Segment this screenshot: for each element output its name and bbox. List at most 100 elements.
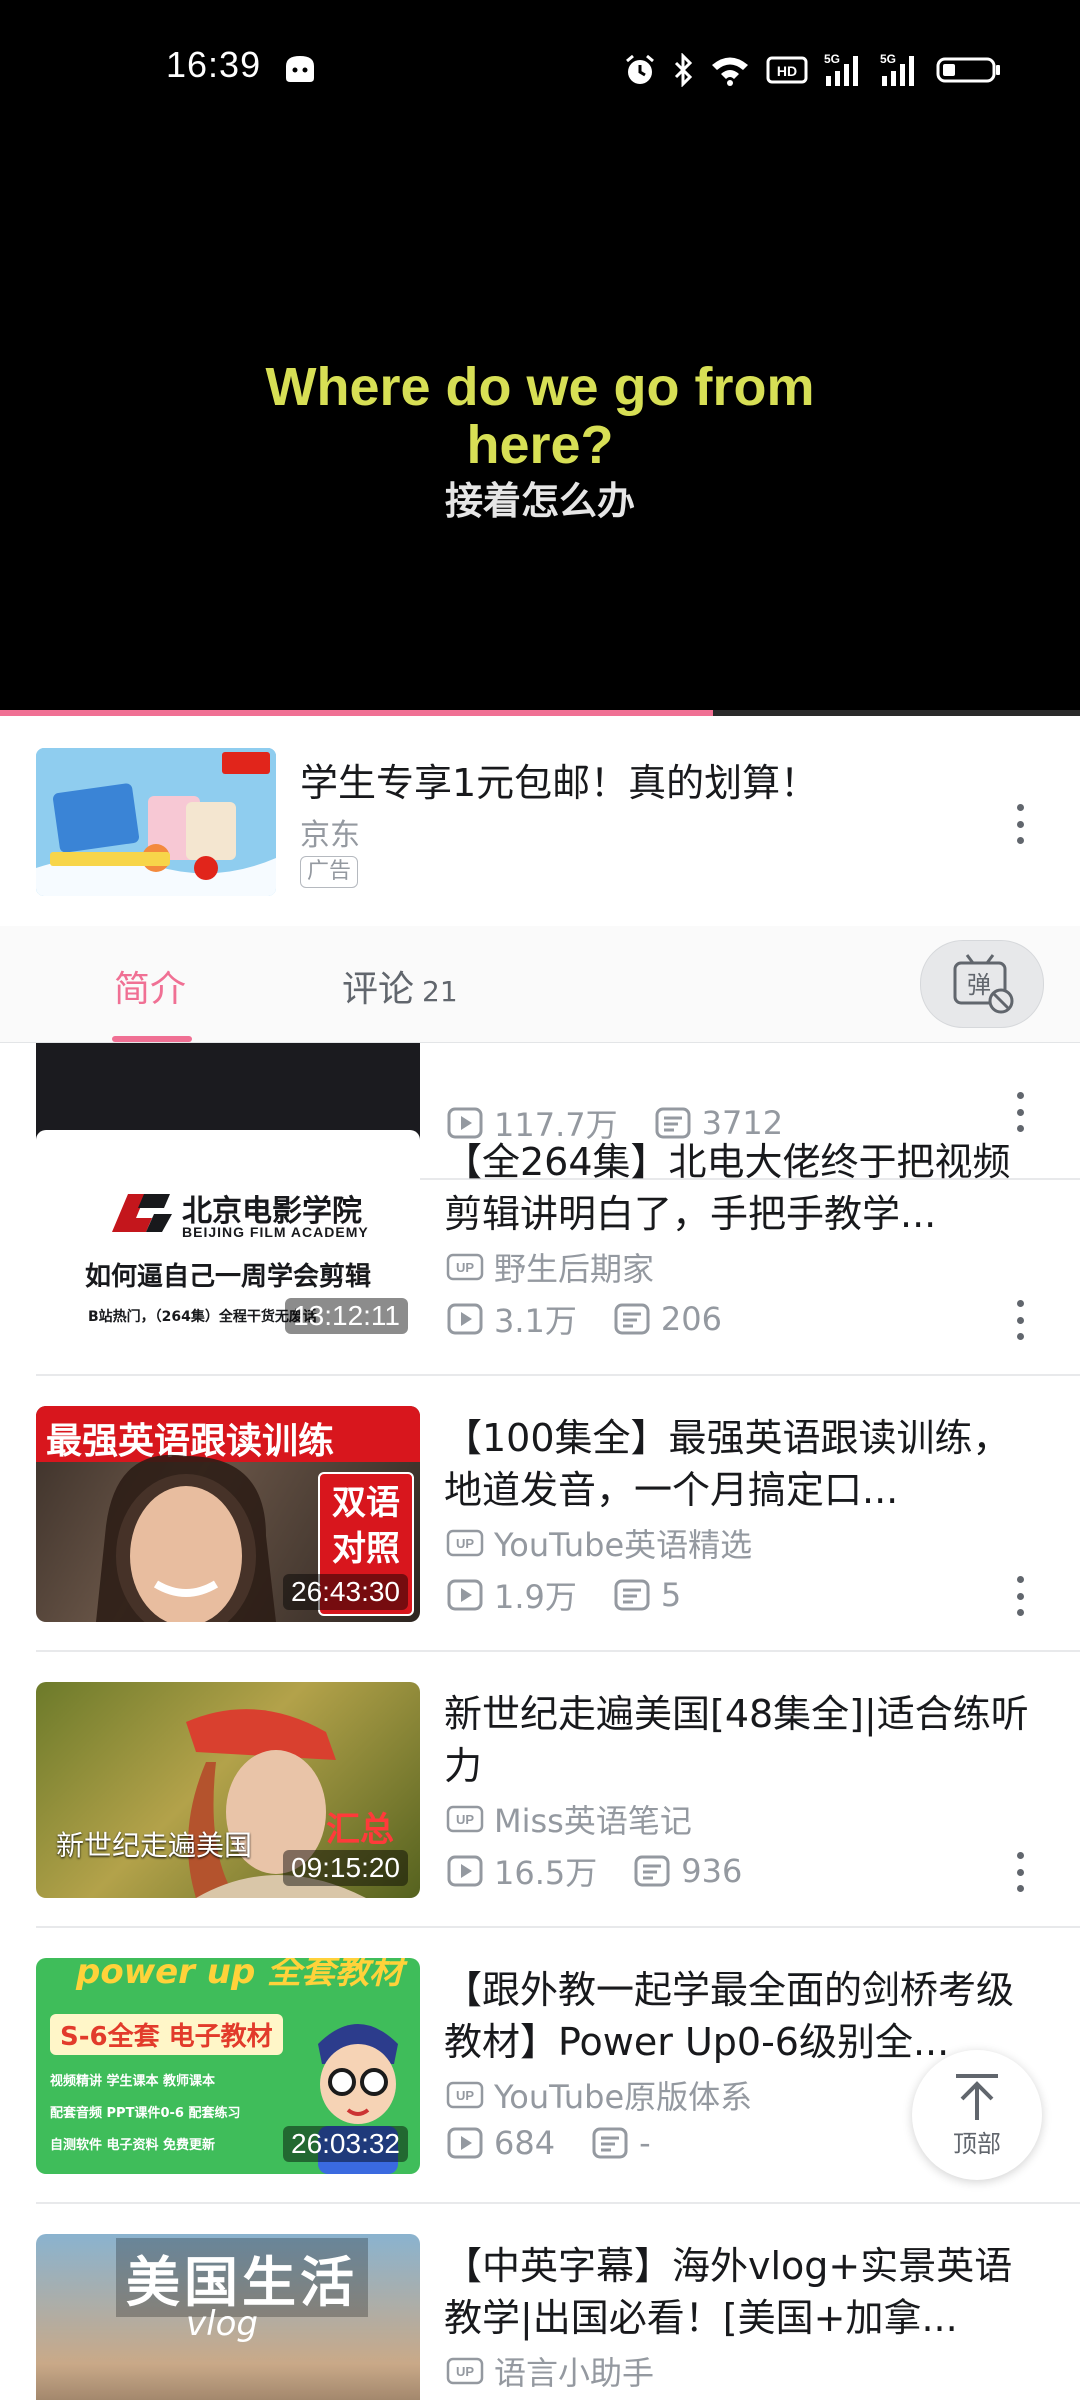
ad-brand: 京东 [300, 818, 360, 853]
video-title[interactable]: 【全264集】北电大佬终于把视频剪辑讲明白了，手把手教学... [444, 1136, 1034, 1240]
bfa-logo-icon [112, 1194, 172, 1232]
svg-text:UP: UP [456, 1536, 474, 1551]
uploader-row[interactable]: UP 野生后期家 [446, 1244, 654, 1290]
ad-thumbnail-art [36, 748, 276, 896]
arrow-up-icon [956, 2073, 998, 2120]
thumb-list-line: 自测软件 电子资料 免费更新 [50, 2138, 216, 2153]
thumb-list: 视频精讲 学生课本 教师课本 配套音频 PPT课件0-6 配套练习 自测软件 电… [50, 2066, 240, 2162]
up-badge-icon: UP [446, 1529, 484, 1557]
wifi-icon [712, 57, 748, 86]
video-title[interactable]: 【跟外教一起学最全面的剑桥考级教材】Power Up0-6级别全... [444, 1964, 1034, 2068]
bluetooth-icon [674, 53, 693, 87]
video-thumbnail[interactable]: 北京电影学院 BEIJING FILM ACADEMY 如何逼自己一周学会剪辑 … [36, 1130, 420, 1346]
video-stats: 684 - [446, 2124, 687, 2162]
list-item[interactable]: power up 全套教材 S-6全套 电子教材 视频精讲 学生课本 教师课本 … [0, 1928, 1080, 2204]
signal-5g-icon: 5G [824, 52, 858, 86]
video-title[interactable]: 【100集全】最强英语跟读训练，地道发音，一个月搞定口... [444, 1412, 1034, 1516]
svg-text:HD: HD [777, 63, 797, 79]
up-badge-icon: UP [446, 1253, 484, 1281]
video-title[interactable]: 【中英字幕】海外vlog+实景英语教学|出国必看！[美国+加拿... [444, 2240, 1034, 2344]
uploader-name: 野生后期家 [494, 1250, 655, 1288]
svg-text:UP: UP [456, 2088, 474, 2103]
thumb-sub: vlog [186, 2304, 258, 2344]
list-item[interactable]: 北京电影学院 BEIJING FILM ACADEMY 如何逼自己一周学会剪辑 … [0, 1100, 1080, 1376]
item-more-icon[interactable] [1015, 1852, 1025, 1892]
subtitle-chinese: 接着怎么办 [444, 479, 635, 523]
uploader-row[interactable]: UP YouTube原版体系 [446, 2072, 752, 2118]
tab-comments[interactable]: 评论 21 [342, 960, 458, 1012]
thumb-badge-line1: 双语 [332, 1483, 400, 1523]
list-item[interactable]: 美国生活 vlog 【中英字幕】海外vlog+实景英语教学|出国必看！[美国+加… [0, 2204, 1080, 2400]
up-badge-icon: UP [446, 2081, 484, 2109]
tab-intro[interactable]: 简介 [114, 960, 186, 1012]
svg-text:5G: 5G [824, 52, 840, 66]
tab-active-indicator [112, 1036, 192, 1042]
thumb-footnote: B站热门，（264集）全程干货无废话 [88, 1309, 317, 1325]
video-player[interactable]: Where do we go from here? 接着怎么办 [0, 140, 1080, 714]
video-thumbnail[interactable]: 美国生活 vlog [36, 2234, 420, 2400]
list-item[interactable]: 新世纪走遍美国 汇总 09:15:20 新世纪走遍美国[48集全]|适合练听力 … [0, 1652, 1080, 1928]
video-stats: 3.1万 206 [446, 1296, 758, 1342]
play-count-icon [447, 1579, 483, 1611]
ad-label-badge: 广告 [300, 856, 359, 888]
video-duration: 26:43:30 [283, 1574, 408, 1610]
uploader-row[interactable]: UP YouTube英语精选 [446, 1520, 752, 1566]
item-more-icon[interactable] [1015, 1300, 1025, 1340]
svg-text:UP: UP [456, 1260, 474, 1275]
uploader-name: 语言小助手 [494, 2354, 655, 2392]
alarm-icon [626, 54, 654, 84]
uploader-row[interactable]: UP Miss英语笔记 [446, 1796, 692, 1842]
video-duration: 13:12:11 [285, 1298, 408, 1334]
uploader-name: YouTube英语精选 [494, 1526, 753, 1564]
video-thumbnail[interactable]: 最强英语跟读训练 双语 对照 26:43:30 [36, 1406, 420, 1622]
battery-icon [936, 57, 1000, 83]
app-notification-icon [286, 56, 314, 82]
tab-comments-label: 评论 [342, 969, 415, 1010]
scroll-to-top-label: 顶部 [953, 2129, 1001, 2158]
thumb-list-line: 配套音频 PPT课件0-6 配套练习 [50, 2106, 241, 2121]
thumb-badge: 汇总 [326, 1810, 394, 1850]
view-count: 3.1万 [494, 1302, 577, 1340]
status-icons: HD 5G 5G [624, 50, 1002, 90]
video-duration: 26:03:32 [283, 2126, 408, 2162]
ad-thumbnail[interactable] [36, 748, 276, 896]
uploader-name: YouTube原版体系 [494, 2078, 753, 2116]
video-stats: 16.5万 936 [446, 1848, 778, 1894]
play-count-icon [447, 1855, 483, 1887]
video-title[interactable]: 新世纪走遍美国[48集全]|适合练听力 [444, 1688, 1034, 1792]
thumb-school-english: BEIJING FILM ACADEMY [182, 1224, 369, 1240]
svg-text:5G: 5G [880, 52, 896, 66]
ad-more-icon[interactable] [1015, 804, 1025, 844]
list-item[interactable]: 最强英语跟读训练 双语 对照 26:43:30 【100集全】最强英语跟读训练，… [0, 1376, 1080, 1652]
ad-title: 学生专享1元包邮！真的划算！ [300, 761, 819, 805]
video-duration: 09:15:20 [283, 1850, 408, 1886]
uploader-row[interactable]: UP 语言小助手 [446, 2348, 654, 2394]
danmaku-count-icon [614, 1579, 650, 1611]
view-count: 684 [494, 2124, 556, 2162]
up-badge-icon: UP [446, 2357, 484, 2385]
status-time: 16:39 [166, 44, 262, 85]
video-thumbnail[interactable]: 新世纪走遍美国 汇总 09:15:20 [36, 1682, 420, 1898]
ad-banner[interactable]: 学生专享1元包邮！真的划算！ 京东 广告 [0, 716, 1080, 928]
up-badge-icon: UP [446, 1805, 484, 1833]
signal-5g-icon: 5G [880, 52, 914, 86]
scroll-to-top-button[interactable]: 顶部 [912, 2050, 1042, 2180]
item-more-icon[interactable] [1015, 1576, 1025, 1616]
svg-text:UP: UP [456, 1812, 474, 1827]
video-stats: 1.9万 5 [446, 1572, 717, 1618]
danmaku-toggle-button[interactable]: 弹 [920, 940, 1044, 1028]
hd-voice-icon: HD [766, 56, 808, 84]
danmaku-count: 5 [660, 1576, 682, 1614]
tab-bar: 简介 评论 21 弹 [0, 926, 1080, 1043]
thumb-badge-line2: 对照 [332, 1529, 400, 1569]
related-video-list: 117.7万 3712 北京电影学院 BEIJING FILM ACADEMY … [0, 1042, 1080, 2400]
video-thumbnail[interactable]: power up 全套教材 S-6全套 电子教材 视频精讲 学生课本 教师课本 … [36, 1958, 420, 2174]
danmaku-count-icon [614, 1303, 650, 1335]
danmaku-off-icon: 弹 [953, 954, 1014, 1014]
subtitle-english: Where do we go from here? [265, 357, 815, 475]
play-count-icon [447, 1303, 483, 1335]
uploader-name: Miss英语笔记 [494, 1802, 692, 1840]
thumb-banner-text: power up 全套教材 [76, 1958, 404, 1992]
thumb-headline: 如何逼自己一周学会剪辑 [84, 1262, 371, 1292]
danmaku-count: 936 [681, 1852, 743, 1890]
